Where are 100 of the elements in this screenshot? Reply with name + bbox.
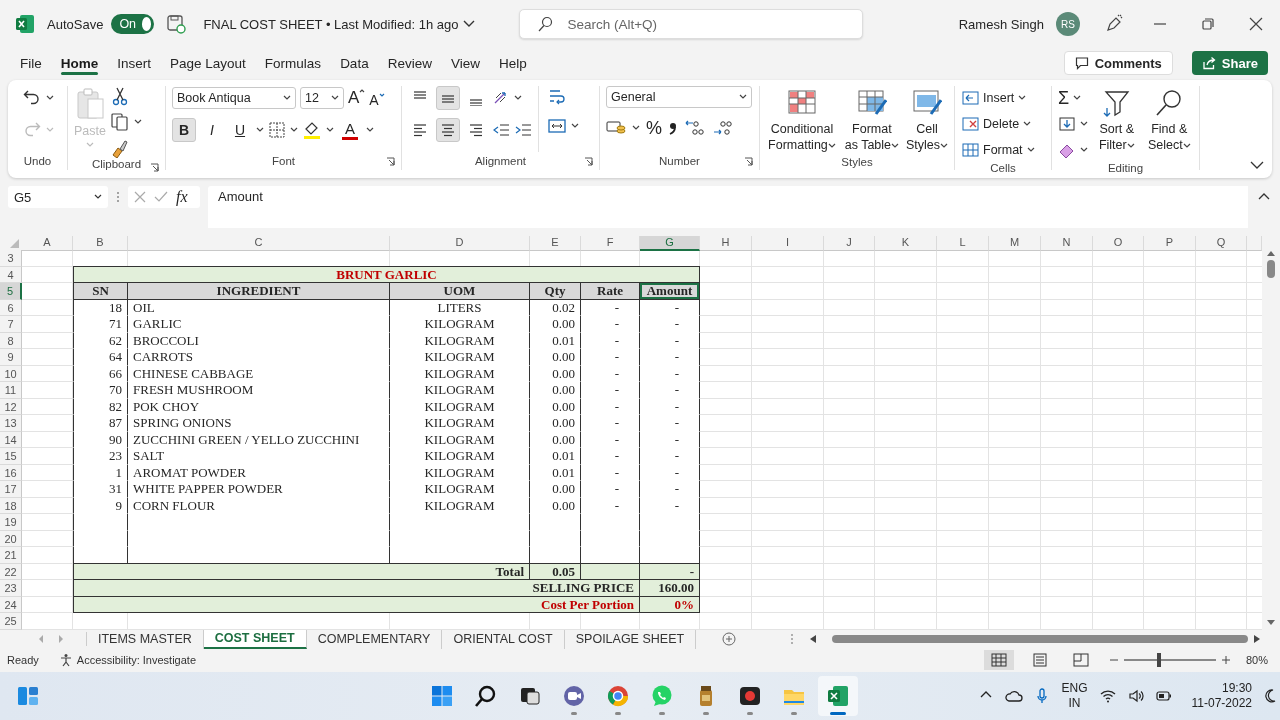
row-header[interactable]: 17 <box>0 481 22 498</box>
caret-icon[interactable] <box>1073 95 1082 101</box>
column-header[interactable]: D <box>390 236 530 251</box>
scrollbar-thumb[interactable] <box>832 635 1248 643</box>
caret-icon[interactable] <box>514 95 522 101</box>
caret-icon[interactable] <box>256 127 264 133</box>
caret-icon[interactable] <box>940 143 948 149</box>
caret-icon[interactable] <box>1018 95 1027 101</box>
font-size-field[interactable]: 12 <box>300 87 344 109</box>
row-header[interactable]: 15 <box>0 448 22 465</box>
dialog-launcher-icon[interactable] <box>584 157 593 166</box>
font-color-button[interactable]: A <box>338 118 362 142</box>
close-icon[interactable] <box>1248 16 1264 32</box>
restore-icon[interactable] <box>1200 16 1216 32</box>
formula-field[interactable]: Amount <box>208 186 1248 228</box>
row-header[interactable]: 25 <box>0 613 22 630</box>
caret-icon[interactable] <box>1080 121 1088 127</box>
caret-icon[interactable] <box>290 127 298 133</box>
accounting-icon[interactable] <box>606 119 626 137</box>
zoom-in-icon[interactable] <box>1221 656 1230 664</box>
column-header[interactable]: N <box>1041 236 1093 251</box>
bold-button[interactable]: B <box>172 118 196 142</box>
increase-decimal-icon[interactable] <box>684 119 706 137</box>
avatar[interactable]: RS <box>1056 12 1080 36</box>
menu-tab[interactable]: Home <box>60 51 99 75</box>
view-button[interactable] <box>983 650 1014 670</box>
search-field[interactable]: Search (Alt+Q) <box>519 9 864 39</box>
caret-icon[interactable] <box>283 95 291 101</box>
decrease-decimal-icon[interactable] <box>712 119 734 137</box>
comments-button[interactable]: Comments <box>1063 51 1173 75</box>
notification-moon-icon[interactable] <box>1264 687 1276 704</box>
spreadsheet-app-icon[interactable] <box>826 683 850 708</box>
pen-icon[interactable] <box>1104 14 1124 34</box>
scroll-left-icon[interactable] <box>810 635 816 643</box>
autosum-button[interactable]: Σ <box>1058 87 1070 109</box>
row-header[interactable]: 9 <box>0 349 22 366</box>
accessibility-icon[interactable] <box>58 653 73 667</box>
dialog-launcher-icon[interactable] <box>744 157 753 166</box>
align-left-icon[interactable] <box>412 122 428 138</box>
caret-icon[interactable] <box>739 94 747 100</box>
column-header[interactable]: B <box>73 236 128 251</box>
align-center-icon[interactable] <box>440 122 456 138</box>
scroll-down-icon[interactable] <box>1267 619 1275 626</box>
search-icon[interactable] <box>537 16 554 32</box>
find-select-button[interactable]: Find & Select <box>1145 86 1193 162</box>
caret-icon[interactable] <box>1126 143 1135 149</box>
dialog-launcher-icon[interactable] <box>150 163 159 172</box>
document-title[interactable]: FNAL COST SHEET • Last Modified: 1h ago <box>203 16 459 32</box>
menu-tab[interactable]: File <box>20 51 42 75</box>
font-name-field[interactable]: Book Antiqua <box>172 87 296 109</box>
clock[interactable]: 19:30 11-07-2022 <box>1191 680 1252 711</box>
collapse-ribbon-icon[interactable] <box>1250 160 1264 170</box>
speaker-icon[interactable] <box>1127 687 1144 704</box>
scroll-right-icon[interactable] <box>1254 635 1260 643</box>
row-header[interactable]: 11 <box>0 382 22 399</box>
caret-icon[interactable] <box>827 143 836 149</box>
caret-icon[interactable] <box>1026 147 1035 153</box>
caret-icon[interactable] <box>133 119 142 125</box>
increase-indent-icon[interactable] <box>514 122 532 138</box>
delete-button[interactable]: Delete <box>961 112 1035 136</box>
menu-tab[interactable]: Page Layout <box>170 51 246 75</box>
fill-color-icon[interactable] <box>302 120 322 140</box>
start-icon[interactable] <box>430 683 454 708</box>
align-right-icon[interactable] <box>468 122 484 138</box>
insert-function-button[interactable]: fx <box>176 188 188 206</box>
copy-icon[interactable] <box>109 112 130 132</box>
caret-icon[interactable] <box>46 95 54 101</box>
sort-filter-button[interactable]: Sort & Filter <box>1096 86 1138 162</box>
microphone-icon[interactable] <box>1035 687 1050 704</box>
column-header[interactable]: L <box>937 236 989 251</box>
italic-button[interactable]: I <box>200 118 224 142</box>
insert-button[interactable]: Insert <box>961 86 1035 110</box>
caret-icon[interactable] <box>331 95 339 101</box>
fill-down-icon[interactable] <box>1058 115 1076 133</box>
video-chat-icon[interactable] <box>562 683 586 708</box>
caret-icon[interactable] <box>891 143 900 149</box>
caret-icon[interactable] <box>366 127 374 133</box>
column-header[interactable]: G <box>640 236 700 251</box>
column-header[interactable]: K <box>875 236 937 251</box>
percent-button[interactable]: % <box>646 117 662 139</box>
sheet-tab[interactable]: ITEMS MASTER <box>87 629 204 649</box>
row-header[interactable]: 5 <box>0 283 22 300</box>
dialog-launcher-icon[interactable] <box>386 157 395 166</box>
caret-icon[interactable] <box>1182 143 1191 149</box>
comma-style-icon[interactable] <box>668 120 678 136</box>
format-as-table-button[interactable]: Format as Table <box>843 86 900 153</box>
accessibility-status[interactable]: Accessibility: Investigate <box>76 654 196 666</box>
collapse-formula-icon[interactable] <box>1258 192 1270 200</box>
format-button[interactable]: Format <box>961 138 1035 162</box>
menu-tab[interactable]: Formulas <box>264 51 322 75</box>
column-header[interactable]: E <box>530 236 581 251</box>
scroll-up-icon[interactable] <box>1267 250 1275 256</box>
caret-icon[interactable] <box>326 127 334 133</box>
language-indicator[interactable]: ENG IN <box>1061 680 1088 711</box>
merge-center-icon[interactable] <box>547 116 567 136</box>
caret-icon[interactable] <box>1023 121 1032 127</box>
autosave-toggle[interactable]: On <box>111 14 155 34</box>
menu-tab[interactable]: Help <box>498 51 527 75</box>
row-header[interactable]: 23 <box>0 580 22 597</box>
save-icon[interactable] <box>166 14 187 34</box>
